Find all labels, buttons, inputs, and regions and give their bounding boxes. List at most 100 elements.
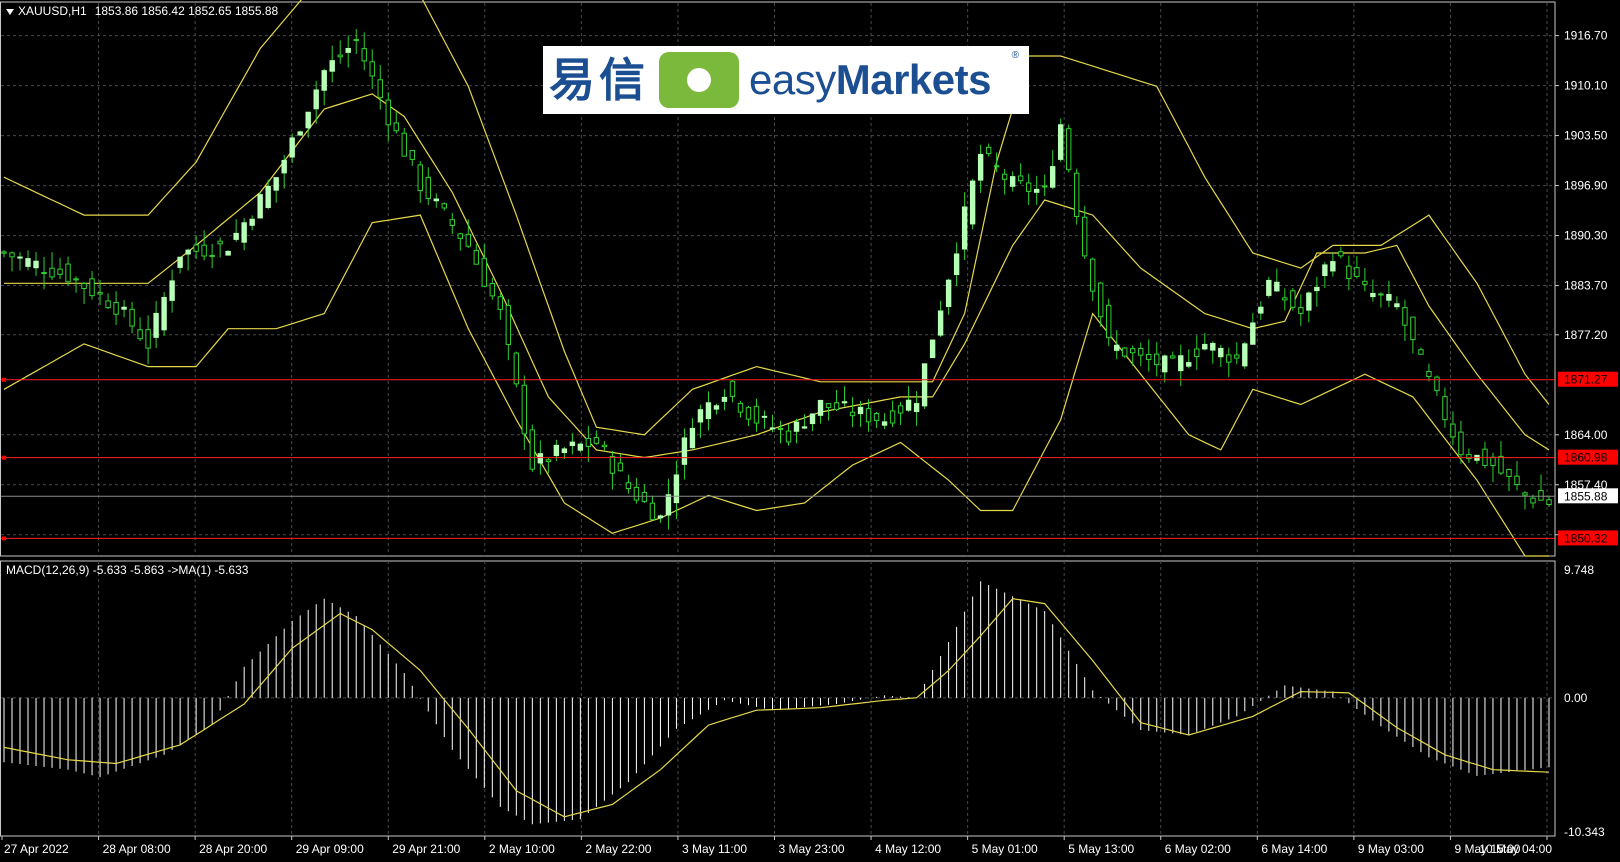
candle-body [473, 249, 480, 265]
registered-icon: ® [1011, 50, 1019, 61]
candle-body [1538, 490, 1544, 501]
candle-body [953, 253, 960, 276]
candle-body [993, 165, 1000, 168]
candle-body [1370, 292, 1376, 298]
level-handle-icon[interactable] [2, 455, 6, 460]
candle-body [489, 283, 496, 297]
candle-body [1162, 355, 1168, 373]
candle-body [65, 263, 71, 283]
candle-body [1122, 347, 1128, 357]
candle-body [505, 304, 512, 345]
time-axis-label: 29 Apr 21:00 [392, 842, 460, 856]
candle-body [569, 441, 576, 447]
candle-body [1290, 290, 1296, 308]
candle-body [89, 278, 95, 297]
candle-body [497, 296, 504, 310]
candle-body [1330, 261, 1336, 272]
time-axis-label: 6 May 14:00 [1261, 842, 1327, 856]
price-tick-label: 1877.20 [1564, 328, 1608, 342]
candle-body [1354, 267, 1360, 277]
candle-body [801, 426, 808, 429]
candle-body [1025, 182, 1032, 192]
candle-body [409, 149, 415, 160]
price-tick-label: 1916.70 [1564, 29, 1608, 43]
macd-indicator-label: MACD(12,26,9) -5.633 -5.863 ->MA(1) -5.6… [6, 563, 249, 577]
candle-body [777, 427, 784, 430]
level-handle-icon[interactable] [2, 536, 6, 541]
candle-body [601, 444, 608, 448]
candle-body [825, 403, 832, 408]
logo-chinese-text: 易信 [549, 53, 649, 107]
candle-body [17, 256, 23, 259]
candle-body [481, 257, 488, 287]
level-label: 1871.27 [1564, 373, 1608, 387]
candle-body [1178, 355, 1184, 372]
candle-body [257, 194, 263, 219]
candle-body [25, 258, 31, 267]
candle-body [649, 502, 656, 521]
candle-body [9, 252, 15, 258]
candle-body [1009, 176, 1016, 187]
candle-body [1394, 303, 1400, 308]
candle-body [881, 421, 888, 426]
candle-body [713, 405, 720, 410]
candle-body [241, 222, 247, 243]
candle-body [1346, 265, 1352, 279]
candle-body [969, 180, 976, 225]
candle-body [1306, 292, 1312, 311]
candle-body [193, 244, 199, 252]
candle-body [313, 89, 319, 110]
candle-body [1498, 455, 1504, 474]
candle-body [401, 132, 407, 157]
candle-body [1450, 423, 1456, 438]
candle-body [729, 380, 736, 397]
candle-body [1458, 431, 1464, 456]
time-axis-label: 29 Apr 09:00 [296, 842, 364, 856]
candle-body [633, 486, 640, 501]
candle-body [1130, 348, 1136, 354]
candle-body [793, 421, 800, 432]
candle-body [1426, 370, 1432, 377]
candle-body [377, 79, 383, 99]
candle-body [1210, 342, 1216, 351]
candle-body [625, 482, 632, 489]
candle-body [177, 256, 183, 268]
macd-tick-label: 9.748 [1564, 563, 1594, 577]
time-axis-label: 6 May 02:00 [1165, 842, 1231, 856]
candle-body [1049, 166, 1056, 188]
chart-window[interactable]: 1916.70 1910.10 1903.50 1896.90 1890.30 1883.… [0, 0, 1620, 862]
candle-body [641, 491, 648, 502]
candle-body [865, 408, 872, 423]
candle-body [657, 515, 664, 519]
candle-body [697, 409, 704, 423]
candle-body [217, 240, 223, 245]
candle-body [1490, 456, 1496, 467]
candle-body [577, 443, 584, 451]
candle-body [873, 412, 880, 422]
candle-body [1106, 304, 1112, 339]
candle-body [449, 219, 455, 226]
candle-body [1081, 216, 1088, 257]
candle-body [465, 233, 472, 247]
candle-body [1442, 396, 1448, 421]
candle-body [745, 407, 752, 420]
candle-body [833, 402, 840, 411]
candle-body [433, 198, 439, 202]
level-handle-icon[interactable] [2, 377, 6, 382]
candle-body [385, 99, 391, 126]
candle-body [1186, 362, 1192, 367]
candle-body [353, 39, 359, 42]
candle-body [361, 48, 367, 62]
candle-body [137, 329, 143, 340]
chart-canvas[interactable]: 1916.70 1910.10 1903.50 1896.90 1890.30 1883.… [0, 0, 1620, 862]
candle-body [585, 437, 592, 447]
candle-body [1218, 347, 1224, 358]
candle-body [1001, 173, 1008, 180]
candle-body [297, 131, 303, 136]
level-label: 1850.32 [1564, 531, 1608, 545]
level-label: 1860.98 [1564, 451, 1608, 465]
candle-body [249, 218, 255, 226]
dropdown-arrow-icon[interactable] [6, 8, 14, 15]
candle-body [937, 310, 944, 336]
easymarkets-logo: 易信 easyMarkets ® [543, 46, 1029, 114]
